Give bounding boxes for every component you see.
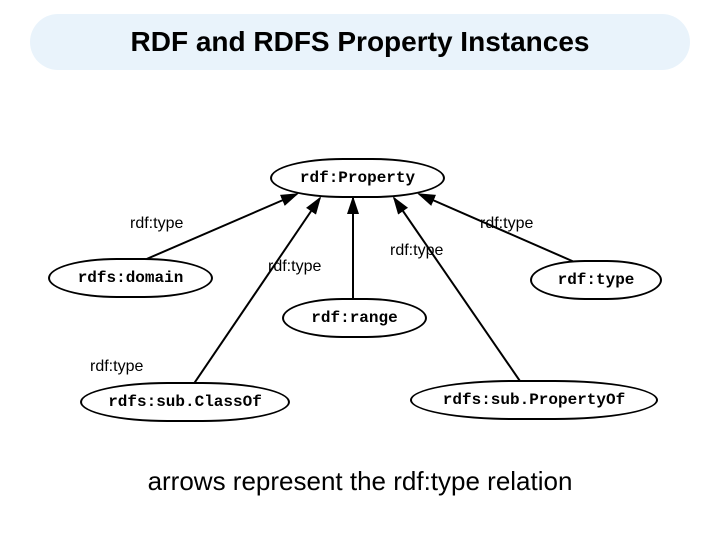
node-rdfs-subclassof: rdfs:sub.ClassOf bbox=[80, 382, 290, 422]
slide-title: RDF and RDFS Property Instances bbox=[30, 14, 690, 70]
slide-caption: arrows represent the rdf:type relation bbox=[0, 466, 720, 497]
edge-label-subprop: rdf:type bbox=[390, 242, 443, 260]
node-rdfs-subpropertyof: rdfs:sub.PropertyOf bbox=[410, 380, 658, 420]
edge-label-domain: rdf:type bbox=[130, 215, 183, 233]
edge-label-subclass: rdf:type bbox=[90, 358, 143, 376]
edge-label-rdftype: rdf:type bbox=[480, 215, 533, 233]
edge-label-range: rdf:type bbox=[268, 258, 321, 276]
node-rdf-type: rdf:type bbox=[530, 260, 662, 300]
node-rdf-property: rdf:Property bbox=[270, 158, 445, 198]
node-rdf-range: rdf:range bbox=[282, 298, 427, 338]
node-rdfs-domain: rdfs:domain bbox=[48, 258, 213, 298]
